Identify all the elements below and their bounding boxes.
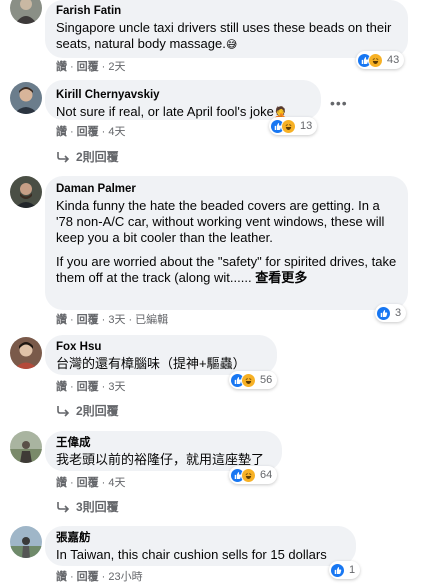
avatar[interactable] (10, 0, 42, 24)
comment-actions: 讚 · 回覆 · 2天 (56, 61, 126, 73)
like-reaction-icon (330, 562, 345, 578)
like-reaction-icon (376, 305, 391, 321)
comment-author[interactable]: Fox Hsu (56, 340, 266, 355)
reply-arrow-icon (56, 501, 70, 513)
emoji: 😅 (225, 39, 238, 51)
reaction-summary[interactable]: 1 (329, 561, 361, 579)
comment-bubble: Kirill Chernyavskiy Not sure if real, or… (45, 80, 321, 120)
like-button[interactable]: 讚 (56, 381, 67, 393)
reaction-count: 1 (349, 564, 356, 576)
like-button[interactable]: 讚 (56, 314, 67, 326)
comment-bubble: Daman Palmer Kinda funny the hate the be… (45, 176, 408, 310)
more-options-icon[interactable]: ••• (330, 96, 348, 110)
reaction-count: 13 (300, 120, 313, 132)
replies-count: 3則回覆 (76, 500, 119, 514)
comment-text: 台灣的還有樟腦味（提神+驅蟲） (56, 356, 246, 371)
replies-count: 2則回覆 (76, 404, 119, 418)
comment-actions: 讚 · 回覆 · 23小時 (56, 571, 143, 583)
reaction-count: 64 (260, 469, 273, 481)
comment-author[interactable]: Kirill Chernyavskiy (56, 88, 310, 103)
comment-text: Singapore uncle taxi drivers still uses … (56, 20, 392, 51)
timestamp[interactable]: 2天 (108, 61, 125, 73)
comment-actions: 讚 · 回覆 · 3天 · 已編輯 (56, 314, 169, 326)
view-replies-link[interactable]: 2則回覆 (56, 402, 119, 419)
comment-author[interactable]: 王偉成 (56, 436, 271, 451)
comment-text: In Taiwan, this chair cushion sells for … (56, 547, 327, 562)
comment-actions: 讚 · 回覆 · 3天 (56, 381, 126, 393)
reply-button[interactable]: 回覆 (77, 314, 99, 326)
avatar[interactable] (10, 526, 42, 558)
comment-bubble: 張嘉舫 In Taiwan, this chair cushion sells … (45, 526, 356, 566)
reaction-count: 43 (387, 54, 400, 66)
timestamp[interactable]: 4天 (108, 477, 125, 489)
comment-author[interactable]: Farish Fatin (56, 4, 397, 19)
avatar[interactable] (10, 337, 42, 369)
haha-reaction-icon (241, 467, 256, 483)
reply-arrow-icon (56, 405, 70, 417)
comment-author[interactable]: Daman Palmer (56, 182, 397, 197)
reaction-summary[interactable]: 3 (375, 304, 407, 322)
comment-bubble: Fox Hsu 台灣的還有樟腦味（提神+驅蟲） (45, 335, 277, 375)
haha-reaction-icon (241, 372, 256, 388)
reaction-summary[interactable]: 64 (229, 466, 278, 484)
haha-reaction-icon (281, 118, 296, 134)
timestamp[interactable]: 3天 (108, 314, 125, 326)
view-replies-link[interactable]: 2則回覆 (56, 148, 119, 165)
like-button[interactable]: 讚 (56, 61, 67, 73)
timestamp[interactable]: 3天 (108, 381, 125, 393)
timestamp[interactable]: 23小時 (108, 571, 142, 583)
avatar[interactable] (10, 176, 42, 208)
like-button[interactable]: 讚 (56, 571, 67, 583)
avatar[interactable] (10, 431, 42, 463)
comment-author[interactable]: 張嘉舫 (56, 531, 345, 546)
comment-paragraph: If you are worried about the "safety" fo… (56, 254, 397, 285)
haha-reaction-icon (368, 52, 383, 68)
see-more-link[interactable]: 查看更多 (255, 270, 307, 285)
reaction-summary[interactable]: 56 (229, 371, 278, 389)
reply-button[interactable]: 回覆 (77, 381, 99, 393)
reply-button[interactable]: 回覆 (77, 126, 99, 138)
reaction-summary[interactable]: 43 (356, 51, 405, 69)
comment-text: Kinda funny the hate the beaded covers a… (56, 198, 397, 286)
replies-count: 2則回覆 (76, 150, 119, 164)
reply-button[interactable]: 回覆 (77, 61, 99, 73)
comment-bubble: 王偉成 我老頭以前的裕隆仔，就用這座墊了 (45, 431, 282, 471)
like-button[interactable]: 讚 (56, 477, 67, 489)
comment-actions: 讚 · 回覆 · 4天 (56, 477, 126, 489)
like-button[interactable]: 讚 (56, 126, 67, 138)
view-replies-link[interactable]: 3則回覆 (56, 498, 119, 515)
reply-button[interactable]: 回覆 (77, 571, 99, 583)
reply-arrow-icon (56, 151, 70, 163)
reaction-count: 3 (395, 307, 402, 319)
comment-actions: 讚 · 回覆 · 4天 (56, 126, 126, 138)
comment-paragraph: Kinda funny the hate the beaded covers a… (56, 198, 385, 245)
comment-thread: Farish Fatin Singapore uncle taxi driver… (0, 0, 444, 585)
comment-bubble: Farish Fatin Singapore uncle taxi driver… (45, 0, 408, 58)
avatar[interactable] (10, 82, 42, 114)
edited-label: 已編輯 (135, 314, 169, 326)
reaction-count: 56 (260, 374, 273, 386)
reaction-summary[interactable]: 13 (269, 117, 318, 135)
timestamp[interactable]: 4天 (108, 126, 125, 138)
reply-button[interactable]: 回覆 (77, 477, 99, 489)
